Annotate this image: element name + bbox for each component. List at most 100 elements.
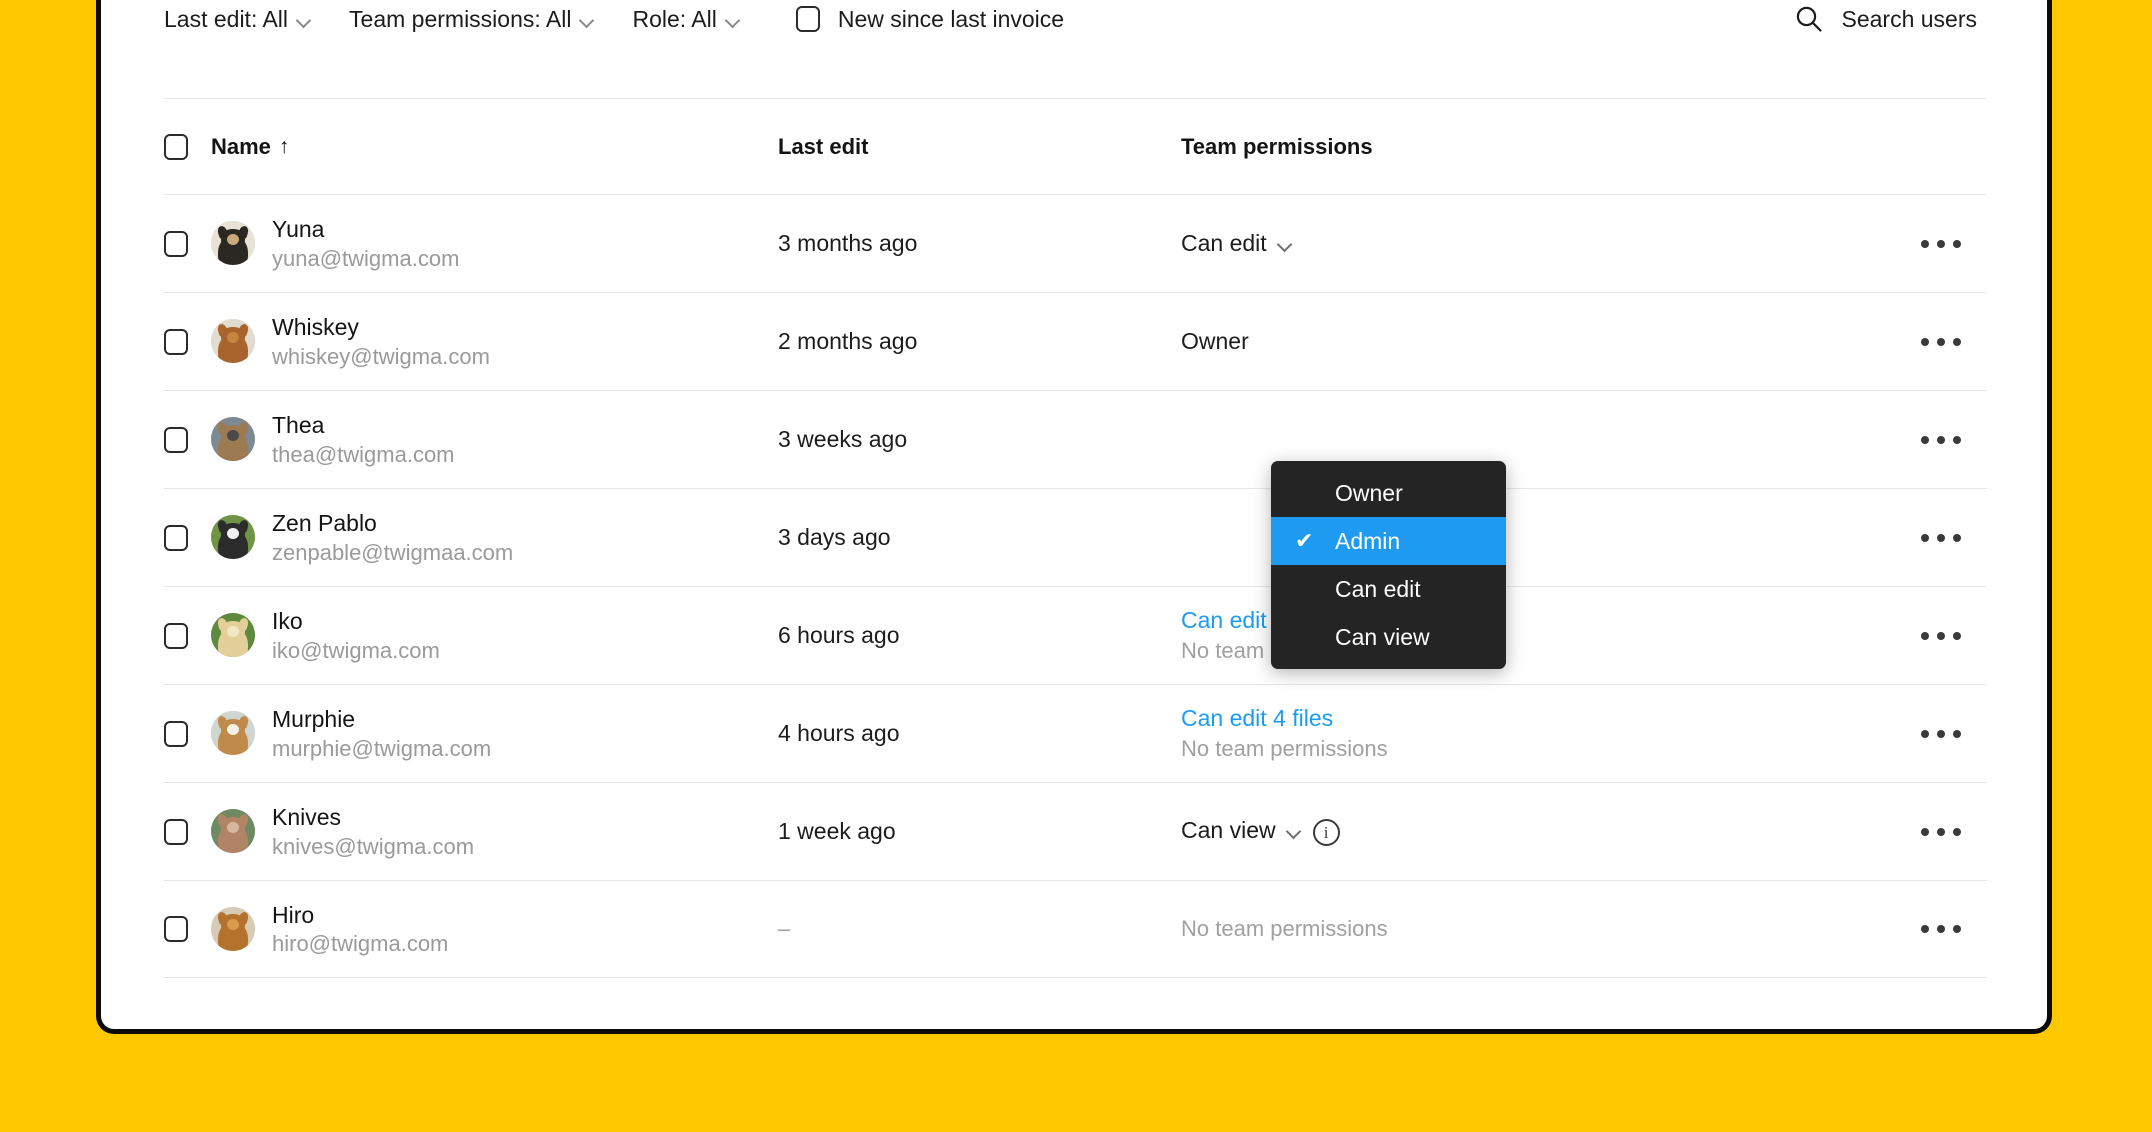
row-checkbox[interactable] [164, 426, 188, 453]
last-edit-value: 3 months ago [778, 230, 918, 256]
column-header-team-permissions-label: Team permissions [1181, 133, 1373, 159]
table-row[interactable]: Whiskey whiskey@twigma.com 2 months ago Own… [164, 292, 1987, 390]
user-name: Whiskey [272, 314, 359, 341]
row-select-cell [164, 524, 211, 551]
role-menu-item-can-view[interactable]: Can view [1271, 613, 1506, 661]
role-menu-item-label: Admin [1335, 527, 1401, 554]
kebab-menu-icon[interactable] [1915, 524, 1967, 552]
row-checkbox[interactable] [164, 916, 188, 942]
column-header-last-edit[interactable]: Last edit [778, 134, 1181, 160]
user-identity: Yuna yuna@twigma.com [272, 216, 459, 271]
filter-last-edit-label: Last edit: All [164, 5, 289, 32]
team-permission-value: Can view [1181, 817, 1276, 843]
row-actions-cell [1867, 230, 1987, 258]
role-menu-item-can-edit[interactable]: Can edit [1271, 565, 1506, 613]
table-row[interactable]: Thea thea@twigma.com 3 weeks ago [164, 390, 1987, 488]
team-permission-value: No team permissions [1181, 736, 1388, 761]
filter-toolbar: Last edit: All Team permissions: All Rol… [101, 0, 2047, 98]
user-cell: Yuna yuna@twigma.com [211, 216, 778, 271]
check-icon: ✔ [1295, 528, 1314, 553]
filter-last-edit[interactable]: Last edit: All [164, 6, 312, 33]
table-row[interactable]: Hiro hiro@twigma.com – No team permissions [164, 880, 1987, 978]
kebab-menu-icon[interactable] [1915, 328, 1967, 356]
user-name: Thea [272, 412, 325, 439]
members-window: Last edit: All Team permissions: All Rol… [96, 0, 2052, 1034]
row-actions-cell [1867, 426, 1987, 454]
role-menu-item-owner[interactable]: Owner [1271, 469, 1506, 517]
last-edit-value: 6 hours ago [778, 622, 900, 648]
avatar-knives [211, 809, 255, 854]
row-checkbox[interactable] [164, 328, 188, 355]
kebab-menu-icon[interactable] [1915, 426, 1967, 454]
filter-team-permissions[interactable]: Team permissions: All [349, 6, 595, 33]
last-edit-value: 4 hours ago [778, 720, 900, 746]
last-edit-value: 2 months ago [778, 328, 918, 354]
table-row[interactable]: Yuna yuna@twigma.com 3 months ago Can edit [164, 194, 1987, 292]
user-identity: Murphie murphie@twigma.com [272, 706, 491, 761]
team-permission-cell: Can edit 4 files No team permissions [1181, 705, 1867, 762]
row-actions-cell [1867, 328, 1987, 356]
last-edit-value: 1 week ago [778, 818, 896, 844]
row-checkbox[interactable] [164, 622, 188, 649]
user-email: hiro@twigma.com [272, 931, 449, 957]
user-identity: Hiro hiro@twigma.com [272, 902, 448, 957]
kebab-menu-icon[interactable] [1915, 230, 1967, 258]
users-table: Name ↑ Last edit Team permissions Yuna yu… [101, 98, 2047, 978]
last-edit-value: – [778, 916, 791, 941]
chevron-down-icon [1287, 826, 1302, 835]
user-cell: Zen Pablo zenpable@twigmaa.com [211, 510, 778, 565]
user-identity: Zen Pablo zenpable@twigmaa.com [272, 510, 513, 565]
column-header-name-label: Name [211, 133, 271, 159]
team-permission-cell: Can edit [1181, 230, 1867, 257]
table-row[interactable]: Knives knives@twigma.com 1 week ago Can vie… [164, 782, 1987, 880]
team-permission-select[interactable]: Can view [1181, 817, 1302, 844]
kebab-menu-icon[interactable] [1915, 915, 1967, 943]
kebab-menu-icon[interactable] [1915, 818, 1967, 846]
search-icon [1797, 6, 1823, 32]
kebab-menu-icon[interactable] [1915, 622, 1967, 650]
team-permission-select[interactable]: Can edit [1181, 230, 1293, 257]
user-email: zenpable@twigmaa.com [272, 539, 514, 565]
column-header-team-permissions[interactable]: Team permissions [1181, 134, 1867, 160]
last-edit-cell: 2 months ago [778, 328, 1181, 355]
row-checkbox[interactable] [164, 818, 188, 845]
file-permission-link[interactable]: Can edit 4 files [1181, 705, 1867, 732]
kebab-menu-icon[interactable] [1915, 720, 1967, 748]
search-users-label: Search users [1841, 5, 1977, 32]
role-menu-item-label: Can view [1335, 623, 1430, 650]
info-icon[interactable]: i [1312, 819, 1340, 846]
row-actions-cell [1867, 818, 1987, 846]
new-since-last-invoice-toggle[interactable]: New since last invoice [795, 5, 1065, 33]
user-identity: Iko iko@twigma.com [272, 608, 440, 663]
row-checkbox[interactable] [164, 720, 188, 747]
row-checkbox[interactable] [164, 230, 188, 257]
new-since-last-invoice-label: New since last invoice [837, 5, 1065, 32]
role-menu-item-admin[interactable]: ✔ Admin [1271, 517, 1506, 565]
filter-role[interactable]: Role: All [632, 6, 740, 33]
user-email: thea@twigma.com [272, 441, 455, 467]
chevron-down-icon [580, 15, 595, 24]
new-since-last-invoice-checkbox[interactable] [795, 6, 820, 32]
row-select-cell [164, 230, 211, 257]
row-checkbox[interactable] [164, 524, 188, 551]
table-row[interactable]: Murphie murphie@twigma.com 4 hours ago Can … [164, 684, 1987, 782]
column-header-name[interactable]: Name ↑ [211, 134, 778, 160]
user-name: Iko [272, 608, 303, 635]
role-menu-item-label: Can edit [1335, 575, 1421, 602]
select-all-checkbox[interactable] [164, 133, 188, 160]
search-users-button[interactable]: Search users [1794, 4, 1987, 34]
table-row[interactable]: Ikoiko@twigma.com6 hours agoCan edit fil… [164, 586, 1987, 684]
role-dropdown-menu[interactable]: Owner ✔ Admin Can edit Can view [1271, 461, 1506, 669]
role-menu-item-label: Owner [1335, 479, 1403, 506]
user-name: Murphie [272, 706, 356, 733]
user-email: whiskey@twigma.com [272, 343, 490, 369]
table-row[interactable]: Zen Pablo zenpable@twigmaa.com 3 days ago [164, 488, 1987, 586]
filter-team-permissions-label: Team permissions: All [349, 5, 572, 32]
user-name: Hiro [272, 901, 315, 928]
chevron-down-icon [726, 15, 741, 24]
chevron-down-icon [1278, 239, 1293, 248]
user-cell: Knives knives@twigma.com [211, 804, 778, 859]
user-identity: Whiskey whiskey@twigma.com [272, 314, 490, 369]
table-header-row: Name ↑ Last edit Team permissions [164, 98, 1987, 194]
team-permission-value[interactable]: Owner [1181, 328, 1249, 354]
